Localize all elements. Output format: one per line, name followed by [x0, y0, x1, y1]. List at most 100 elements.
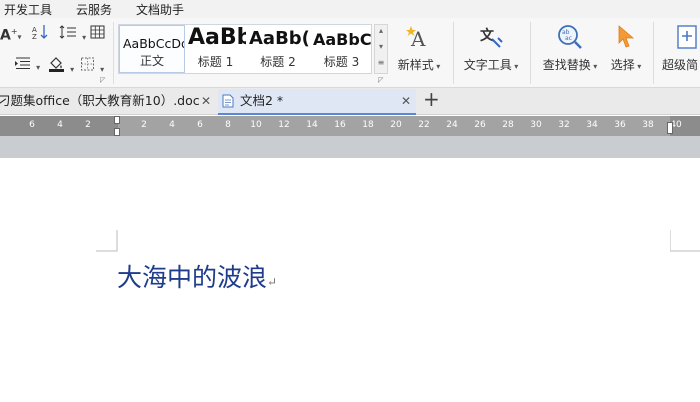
ruler-number: 36	[614, 120, 626, 130]
page-corner-mark	[670, 230, 700, 252]
style-normal[interactable]: AaBbCcDd 正文	[119, 25, 185, 73]
left-indent-marker[interactable]	[114, 128, 120, 136]
style-heading-3[interactable]: AaBbC 标题 3	[310, 25, 372, 73]
table-button[interactable]	[90, 24, 106, 45]
menu-developer-tools[interactable]: 开发工具	[4, 1, 52, 18]
text-tools-button[interactable]: 文 文字工具 ▾	[460, 22, 522, 73]
tab-doc-1[interactable]: 刁题集office（职大教育新10）.doc ✕	[0, 89, 216, 115]
menu-document-assistant[interactable]: 文档助手	[136, 1, 184, 18]
indent-icon	[15, 57, 30, 69]
ruler-number: 16	[334, 120, 346, 130]
gallery-up-icon[interactable]: ▴	[375, 26, 387, 35]
style-heading-1[interactable]: AaBb 标题 1	[185, 25, 246, 73]
style-heading-2-sample: AaBb(	[249, 28, 310, 49]
style-heading-2[interactable]: AaBb( 标题 2	[246, 25, 310, 73]
new-tab-icon[interactable]: +	[423, 87, 440, 111]
ruler-number: 2	[85, 120, 91, 130]
ruler-number: 10	[250, 120, 262, 130]
text-tools-icon: 文	[480, 27, 503, 48]
paragraph-dialog-launcher-icon[interactable]: ◸	[100, 76, 105, 84]
page-top-gutter	[0, 136, 700, 158]
super-tool-button[interactable]: 超级简	[662, 22, 700, 73]
shading-fill-button[interactable]: ▾	[48, 56, 74, 78]
ruler-number: 6	[29, 120, 35, 130]
svg-text:Z: Z	[32, 33, 37, 40]
tab-doc-2-title: 文档2 *	[240, 93, 284, 108]
border-icon	[81, 57, 94, 71]
tab-doc-1-close-icon[interactable]: ✕	[201, 89, 211, 113]
menu-bar: 开发工具 云服务 文档助手	[0, 0, 700, 18]
styles-gallery-scroller: ▴ ▾ ≡	[374, 24, 388, 74]
text-tools-label: 文字工具	[463, 58, 512, 72]
ruler-number: 12	[278, 120, 290, 130]
ribbon: A+▾ A Z ▾ ▾ ▾ ▾ ◸ AaBbCcDd 正文 AaBb 标题 1 …	[0, 18, 700, 88]
select-button[interactable]: 选择 ▾	[606, 22, 646, 73]
tab-doc-2-close-icon[interactable]: ✕	[401, 89, 411, 113]
style-heading-3-label: 标题 3	[323, 55, 360, 69]
table-grid-icon	[90, 25, 105, 39]
tab-doc-1-title: 刁题集office（职大教育新10）.doc	[0, 93, 200, 108]
style-normal-sample: AaBbCcDd	[123, 36, 185, 51]
new-style-icon: A	[406, 26, 426, 50]
style-heading-2-label: 标题 2	[260, 55, 296, 69]
styles-gallery: AaBbCcDd 正文 AaBb 标题 1 AaBb( 标题 2 AaBbC 标…	[118, 24, 372, 74]
style-normal-label: 正文	[139, 54, 164, 68]
svg-text:文: 文	[480, 27, 495, 44]
first-line-indent-marker[interactable]	[114, 116, 120, 124]
svg-text:ac: ac	[565, 35, 572, 42]
ruler-number: 38	[642, 120, 654, 130]
document-tab-bar: 刁题集office（职大教育新10）.doc ✕ 文档2 * ✕ +	[0, 87, 700, 115]
tab-doc-2[interactable]: 文档2 * ✕	[218, 89, 416, 115]
find-replace-icon: ab ac	[558, 25, 582, 49]
style-heading-3-sample: AaBbC	[313, 30, 372, 49]
ribbon-separator	[453, 22, 454, 84]
super-tool-label: 超级简	[662, 58, 699, 72]
gallery-down-icon[interactable]: ▾	[375, 42, 387, 51]
horizontal-ruler[interactable]: 6 4 2 2 4 6 8 10 12 14 16 18 20 22 24 26…	[0, 116, 700, 136]
find-replace-label: 查找替换	[542, 58, 591, 72]
ribbon-separator	[530, 22, 531, 84]
new-style-label: 新样式	[397, 58, 434, 72]
ruler-number: 4	[169, 120, 175, 130]
ruler-number: 24	[446, 120, 458, 130]
ruler-number: 2	[141, 120, 147, 130]
document-text: 大海中的波浪	[117, 263, 268, 292]
ruler-number: 6	[197, 120, 203, 130]
find-replace-button[interactable]: ab ac 查找替换 ▾	[538, 22, 602, 73]
select-label: 选择	[610, 58, 635, 72]
line-spacing-button[interactable]: ▾	[58, 24, 86, 46]
ruler-number: 4	[57, 120, 63, 130]
ruler-number: 34	[586, 120, 598, 130]
right-indent-marker[interactable]	[667, 122, 673, 134]
style-heading-1-sample: AaBb	[188, 25, 246, 50]
borders-button[interactable]: ▾	[80, 56, 104, 78]
menu-cloud-services[interactable]: 云服务	[76, 1, 112, 18]
ruler-number: 22	[418, 120, 430, 130]
indent-button[interactable]: ▾	[14, 56, 40, 76]
styles-dialog-launcher-icon[interactable]: ◸	[378, 76, 383, 84]
sort-button[interactable]: A Z	[32, 24, 50, 45]
ruler-number: 26	[474, 120, 486, 130]
document-icon	[222, 94, 234, 108]
ribbon-separator	[653, 22, 654, 84]
paint-bucket-icon	[49, 57, 64, 72]
document-plus-icon	[677, 25, 697, 49]
gallery-more-icon[interactable]: ≡	[375, 58, 387, 67]
document-body-text[interactable]: 大海中的波浪↵	[117, 258, 277, 294]
font-size-increase-button[interactable]: A+▾	[0, 24, 22, 45]
sort-icon: A Z	[32, 25, 48, 41]
ruler-number: 28	[502, 120, 514, 130]
line-spacing-icon	[59, 25, 76, 39]
cursor-arrow-icon	[618, 25, 635, 48]
ruler-number: 8	[225, 120, 231, 130]
ruler-number: 14	[306, 120, 318, 130]
ribbon-separator	[113, 22, 114, 84]
document-page[interactable]: 大海中的波浪↵	[0, 158, 700, 402]
paragraph-mark-icon: ↵	[267, 275, 278, 289]
ruler-number: 18	[362, 120, 374, 130]
ruler-number: 20	[390, 120, 402, 130]
ruler-number: 32	[558, 120, 570, 130]
new-style-button[interactable]: A 新样式 ▾	[394, 22, 444, 73]
page-corner-mark	[96, 230, 118, 252]
style-heading-1-label: 标题 1	[197, 55, 234, 69]
